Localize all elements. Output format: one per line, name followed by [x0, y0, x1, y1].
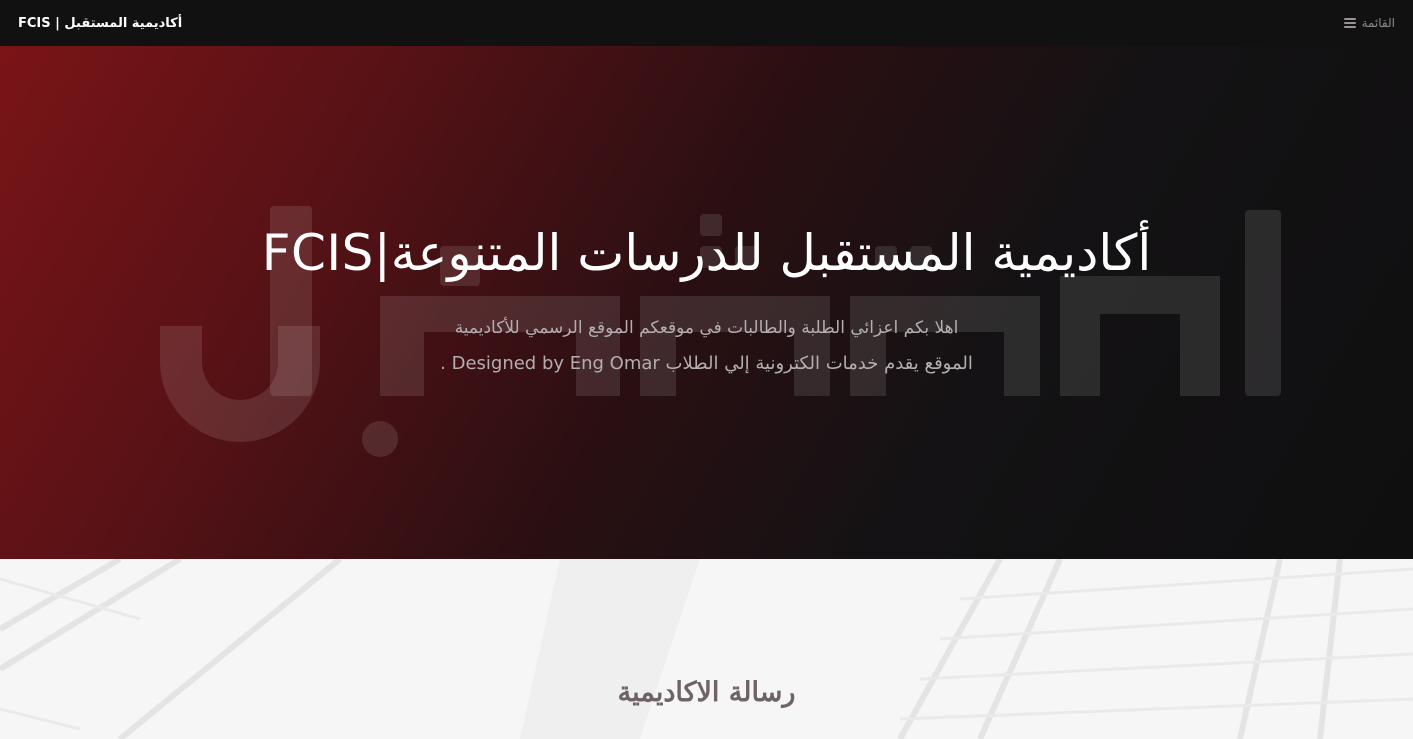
top-navbar: أكاديمية المستقبل | FCIS القائمة [0, 0, 1413, 46]
hamburger-icon [1343, 18, 1356, 28]
hero-content: أكاديمية المستقبل للدرسات المتنوعة|FCIS … [0, 46, 1413, 559]
hero-welcome-text: اهلا بكم اعزائي الطلبة والطالبات في موقع… [454, 318, 959, 338]
menu-toggle-button[interactable]: القائمة [1343, 16, 1395, 30]
architecture-background [0, 559, 1413, 739]
hero-title: أكاديمية المستقبل للدرسات المتنوعة|FCIS [261, 224, 1152, 282]
hero-section: أكاديمية المستقبل للدرسات المتنوعة|FCIS … [0, 46, 1413, 559]
section-title: رسالة الاكاديمية [617, 677, 796, 708]
hero-credit-text: الموقع يقدم خدمات الكترونية إلي الطلاب D… [440, 353, 973, 374]
menu-label: القائمة [1361, 16, 1395, 30]
academy-message-section: رسالة الاكاديمية [0, 559, 1413, 739]
brand-link[interactable]: أكاديمية المستقبل | FCIS [18, 16, 182, 31]
